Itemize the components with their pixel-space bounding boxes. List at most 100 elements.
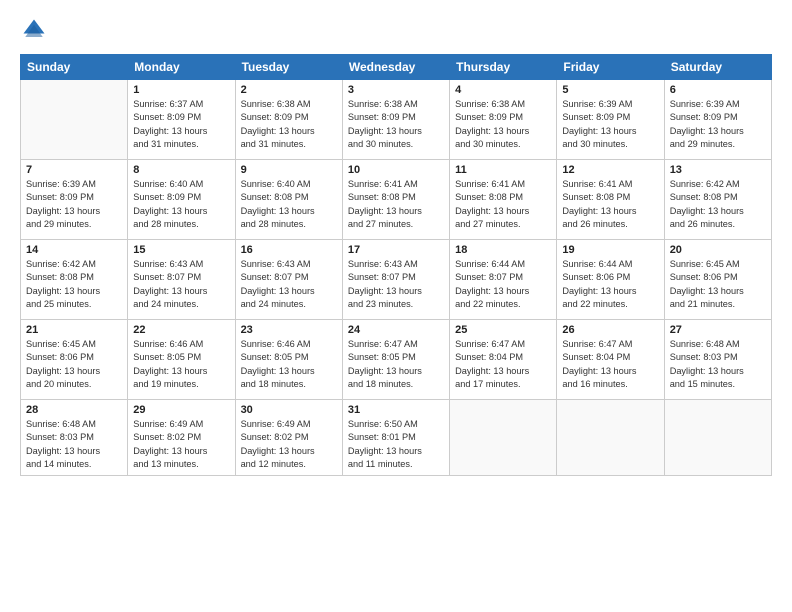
table-row: 26Sunrise: 6:47 AM Sunset: 8:04 PM Dayli… bbox=[557, 320, 664, 400]
day-info: Sunrise: 6:45 AM Sunset: 8:06 PM Dayligh… bbox=[670, 258, 766, 311]
table-row: 7 Sunrise: 6:39 AM Sunset: 8:09 PM Daylig… bbox=[21, 160, 128, 240]
day-info: Sunrise: 6:48 AM Sunset: 8:03 PM Dayligh… bbox=[26, 418, 122, 471]
day-info: Sunrise: 6:37 AM Sunset: 8:09 PM Dayligh… bbox=[133, 98, 229, 151]
day-number: 3 bbox=[348, 84, 444, 96]
day-info: Sunrise: 6:49 AM Sunset: 8:02 PM Dayligh… bbox=[133, 418, 229, 471]
day-info: Sunrise: 6:47 AM Sunset: 8:04 PM Dayligh… bbox=[455, 338, 551, 391]
table-row: 15 Sunrise: 6:43 AM Sunset: 8:07 PM Dayli… bbox=[128, 240, 235, 320]
table-row: 22 Sunrise: 6:46 AM Sunset: 8:05 PM Dayli… bbox=[128, 320, 235, 400]
day-number: 4 bbox=[455, 84, 551, 96]
week-row-1: 1 Sunrise: 6:37 AM Sunset: 8:09 PM Daylig… bbox=[21, 80, 772, 160]
table-row: 30 Sunrise: 6:49 AM Sunset: 8:02 PM Dayli… bbox=[235, 400, 342, 476]
day-info: Sunrise: 6:41 AM Sunset: 8:08 PM Dayligh… bbox=[562, 178, 658, 231]
table-row: 12 Sunrise: 6:41 AM Sunset: 8:08 PM Dayli… bbox=[557, 160, 664, 240]
day-info: Sunrise: 6:43 AM Sunset: 8:07 PM Dayligh… bbox=[348, 258, 444, 311]
day-info: Sunrise: 6:50 AM Sunset: 8:01 PM Dayligh… bbox=[348, 418, 444, 471]
day-info: Sunrise: 6:40 AM Sunset: 8:09 PM Dayligh… bbox=[133, 178, 229, 231]
day-number: 11 bbox=[455, 164, 551, 176]
table-row: 8 Sunrise: 6:40 AM Sunset: 8:09 PM Daylig… bbox=[128, 160, 235, 240]
table-row: 24 Sunrise: 6:47 AM Sunset: 8:05 PM Dayli… bbox=[342, 320, 449, 400]
day-number: 29 bbox=[133, 404, 229, 416]
day-info: Sunrise: 6:44 AM Sunset: 8:07 PM Dayligh… bbox=[455, 258, 551, 311]
day-number: 18 bbox=[455, 244, 551, 256]
day-number: 31 bbox=[348, 404, 444, 416]
day-info: Sunrise: 6:44 AM Sunset: 8:06 PM Dayligh… bbox=[562, 258, 658, 311]
table-row: 5 Sunrise: 6:39 AM Sunset: 8:09 PM Daylig… bbox=[557, 80, 664, 160]
day-number: 17 bbox=[348, 244, 444, 256]
table-row: 9Sunrise: 6:40 AM Sunset: 8:08 PM Daylig… bbox=[235, 160, 342, 240]
logo bbox=[20, 16, 52, 44]
week-row-3: 14 Sunrise: 6:42 AM Sunset: 8:08 PM Dayli… bbox=[21, 240, 772, 320]
table-row: 13 Sunrise: 6:42 AM Sunset: 8:08 PM Dayli… bbox=[664, 160, 771, 240]
day-info: Sunrise: 6:41 AM Sunset: 8:08 PM Dayligh… bbox=[455, 178, 551, 231]
day-number: 1 bbox=[133, 84, 229, 96]
day-info: Sunrise: 6:39 AM Sunset: 8:09 PM Dayligh… bbox=[26, 178, 122, 231]
table-row: 6Sunrise: 6:39 AM Sunset: 8:09 PM Daylig… bbox=[664, 80, 771, 160]
table-row: 17 Sunrise: 6:43 AM Sunset: 8:07 PM Dayli… bbox=[342, 240, 449, 320]
day-number: 25 bbox=[455, 324, 551, 336]
day-info: Sunrise: 6:49 AM Sunset: 8:02 PM Dayligh… bbox=[241, 418, 337, 471]
header bbox=[20, 16, 772, 44]
table-row: 16Sunrise: 6:43 AM Sunset: 8:07 PM Dayli… bbox=[235, 240, 342, 320]
week-row-4: 21Sunrise: 6:45 AM Sunset: 8:06 PM Dayli… bbox=[21, 320, 772, 400]
table-row: 29 Sunrise: 6:49 AM Sunset: 8:02 PM Dayli… bbox=[128, 400, 235, 476]
week-row-5: 28Sunrise: 6:48 AM Sunset: 8:03 PM Dayli… bbox=[21, 400, 772, 476]
day-number: 19 bbox=[562, 244, 658, 256]
page: Sunday Monday Tuesday Wednesday Thursday… bbox=[0, 0, 792, 612]
header-wednesday: Wednesday bbox=[342, 55, 449, 80]
day-info: Sunrise: 6:39 AM Sunset: 8:09 PM Dayligh… bbox=[562, 98, 658, 151]
table-row: 19 Sunrise: 6:44 AM Sunset: 8:06 PM Dayli… bbox=[557, 240, 664, 320]
day-number: 16 bbox=[241, 244, 337, 256]
table-row bbox=[21, 80, 128, 160]
day-info: Sunrise: 6:45 AM Sunset: 8:06 PM Dayligh… bbox=[26, 338, 122, 391]
table-row: 3 Sunrise: 6:38 AM Sunset: 8:09 PM Daylig… bbox=[342, 80, 449, 160]
day-number: 30 bbox=[241, 404, 337, 416]
day-number: 12 bbox=[562, 164, 658, 176]
table-row: 28Sunrise: 6:48 AM Sunset: 8:03 PM Dayli… bbox=[21, 400, 128, 476]
day-number: 14 bbox=[26, 244, 122, 256]
table-row: 23 Sunrise: 6:46 AM Sunset: 8:05 PM Dayli… bbox=[235, 320, 342, 400]
table-row: 2Sunrise: 6:38 AM Sunset: 8:09 PM Daylig… bbox=[235, 80, 342, 160]
day-number: 10 bbox=[348, 164, 444, 176]
day-number: 22 bbox=[133, 324, 229, 336]
day-info: Sunrise: 6:46 AM Sunset: 8:05 PM Dayligh… bbox=[241, 338, 337, 391]
day-info: Sunrise: 6:42 AM Sunset: 8:08 PM Dayligh… bbox=[670, 178, 766, 231]
day-info: Sunrise: 6:42 AM Sunset: 8:08 PM Dayligh… bbox=[26, 258, 122, 311]
day-number: 13 bbox=[670, 164, 766, 176]
day-info: Sunrise: 6:43 AM Sunset: 8:07 PM Dayligh… bbox=[133, 258, 229, 311]
day-number: 23 bbox=[241, 324, 337, 336]
table-row bbox=[557, 400, 664, 476]
table-row: 14 Sunrise: 6:42 AM Sunset: 8:08 PM Dayli… bbox=[21, 240, 128, 320]
week-row-2: 7 Sunrise: 6:39 AM Sunset: 8:09 PM Daylig… bbox=[21, 160, 772, 240]
day-number: 27 bbox=[670, 324, 766, 336]
header-monday: Monday bbox=[128, 55, 235, 80]
day-info: Sunrise: 6:47 AM Sunset: 8:05 PM Dayligh… bbox=[348, 338, 444, 391]
day-info: Sunrise: 6:40 AM Sunset: 8:08 PM Dayligh… bbox=[241, 178, 337, 231]
table-row: 1 Sunrise: 6:37 AM Sunset: 8:09 PM Daylig… bbox=[128, 80, 235, 160]
table-row: 20 Sunrise: 6:45 AM Sunset: 8:06 PM Dayli… bbox=[664, 240, 771, 320]
table-row: 11 Sunrise: 6:41 AM Sunset: 8:08 PM Dayli… bbox=[450, 160, 557, 240]
day-number: 15 bbox=[133, 244, 229, 256]
table-row: 25 Sunrise: 6:47 AM Sunset: 8:04 PM Dayli… bbox=[450, 320, 557, 400]
day-info: Sunrise: 6:46 AM Sunset: 8:05 PM Dayligh… bbox=[133, 338, 229, 391]
day-number: 7 bbox=[26, 164, 122, 176]
day-number: 5 bbox=[562, 84, 658, 96]
day-number: 26 bbox=[562, 324, 658, 336]
logo-icon bbox=[20, 16, 48, 44]
header-saturday: Saturday bbox=[664, 55, 771, 80]
table-row: 27Sunrise: 6:48 AM Sunset: 8:03 PM Dayli… bbox=[664, 320, 771, 400]
header-tuesday: Tuesday bbox=[235, 55, 342, 80]
days-header-row: Sunday Monday Tuesday Wednesday Thursday… bbox=[21, 55, 772, 80]
day-number: 2 bbox=[241, 84, 337, 96]
day-number: 20 bbox=[670, 244, 766, 256]
table-row: 21Sunrise: 6:45 AM Sunset: 8:06 PM Dayli… bbox=[21, 320, 128, 400]
day-info: Sunrise: 6:38 AM Sunset: 8:09 PM Dayligh… bbox=[348, 98, 444, 151]
table-row: 18 Sunrise: 6:44 AM Sunset: 8:07 PM Dayli… bbox=[450, 240, 557, 320]
day-number: 8 bbox=[133, 164, 229, 176]
table-row: 10Sunrise: 6:41 AM Sunset: 8:08 PM Dayli… bbox=[342, 160, 449, 240]
day-number: 24 bbox=[348, 324, 444, 336]
day-number: 6 bbox=[670, 84, 766, 96]
day-info: Sunrise: 6:38 AM Sunset: 8:09 PM Dayligh… bbox=[455, 98, 551, 151]
calendar-table: Sunday Monday Tuesday Wednesday Thursday… bbox=[20, 54, 772, 476]
table-row: 31 Sunrise: 6:50 AM Sunset: 8:01 PM Dayli… bbox=[342, 400, 449, 476]
